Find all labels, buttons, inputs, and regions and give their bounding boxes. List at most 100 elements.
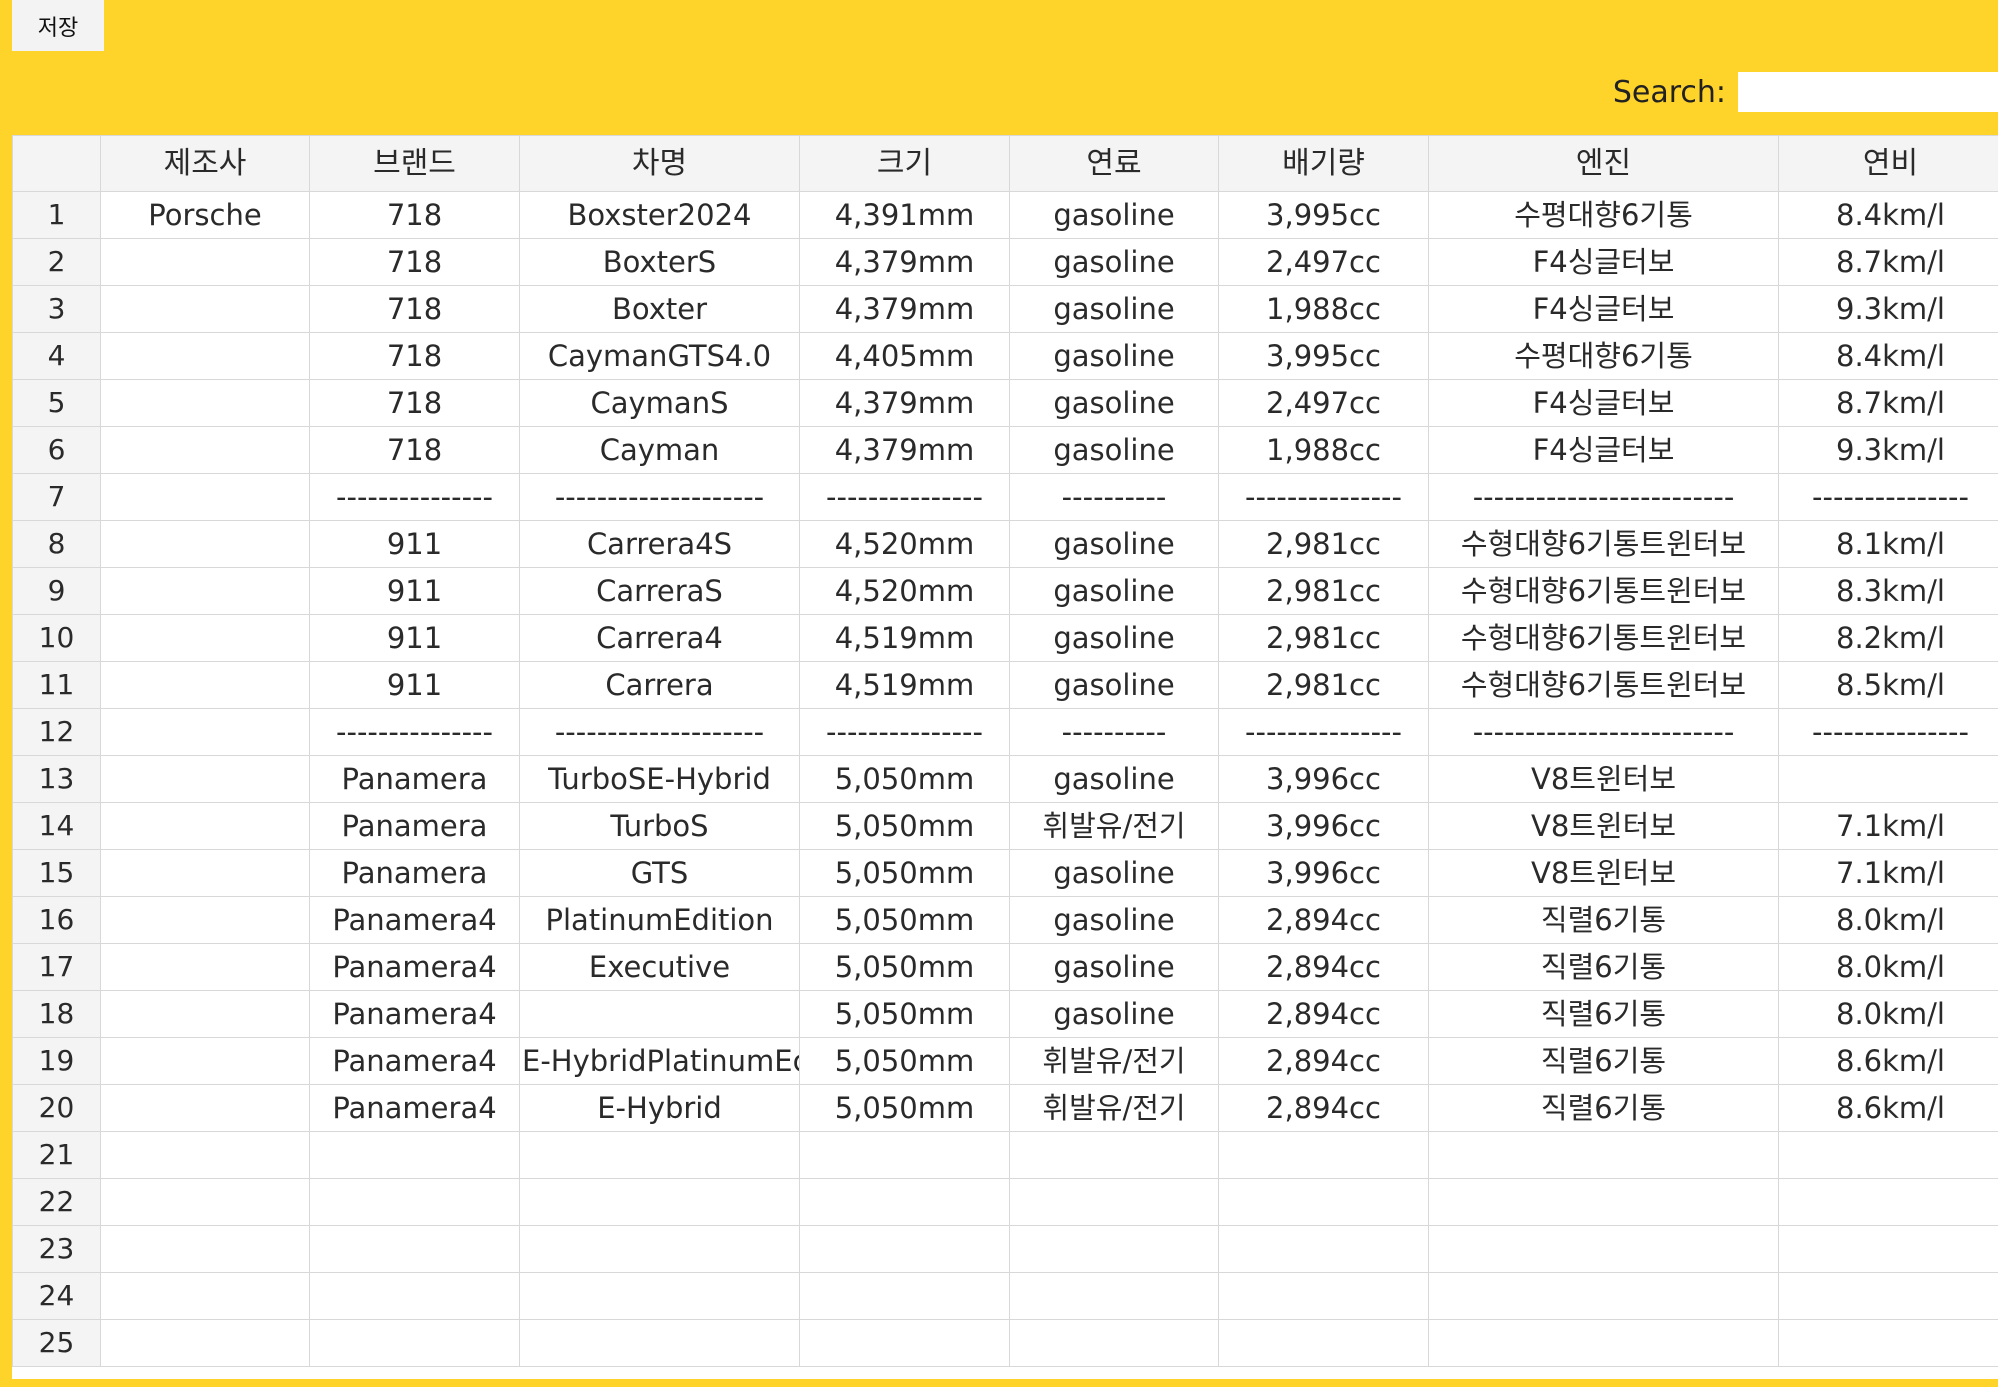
cell-manufacturer[interactable]: [100, 1037, 310, 1085]
cell-size[interactable]: 4,519mm: [799, 661, 1010, 709]
column-header-displacement[interactable]: 배기량: [1218, 135, 1429, 192]
cell-displacement[interactable]: 2,894cc: [1218, 1037, 1429, 1085]
cell-engine[interactable]: 수형대향6기통트윈터보: [1428, 520, 1779, 568]
row-number[interactable]: 17: [12, 943, 101, 991]
cell-fuel[interactable]: gasoline: [1009, 943, 1219, 991]
cell-brand[interactable]: 718: [309, 191, 520, 239]
cell-manufacturer[interactable]: [100, 1272, 310, 1320]
cell-displacement[interactable]: 3,996cc: [1218, 849, 1429, 897]
cell-model[interactable]: [519, 990, 800, 1038]
cell-fuel-efficiency[interactable]: 8.0km/l: [1778, 990, 1998, 1038]
cell-fuel-efficiency[interactable]: 8.0km/l: [1778, 943, 1998, 991]
cell-fuel[interactable]: [1009, 1272, 1219, 1320]
cell-engine[interactable]: 직렬6기통: [1428, 896, 1779, 944]
cell-manufacturer[interactable]: [100, 990, 310, 1038]
cell-brand[interactable]: 718: [309, 285, 520, 333]
cell-fuel-efficiency[interactable]: 7.1km/l: [1778, 849, 1998, 897]
column-header-manufacturer[interactable]: 제조사: [100, 135, 310, 192]
cell-fuel-efficiency[interactable]: [1778, 755, 1998, 803]
cell-manufacturer[interactable]: [100, 238, 310, 286]
cell-displacement[interactable]: 2,894cc: [1218, 1084, 1429, 1132]
row-number[interactable]: 9: [12, 567, 101, 615]
cell-fuel[interactable]: 휘발유/전기: [1009, 1037, 1219, 1085]
cell-engine[interactable]: F4싱글터보: [1428, 238, 1779, 286]
cell-size[interactable]: 4,379mm: [799, 379, 1010, 427]
column-header-brand[interactable]: 브랜드: [309, 135, 520, 192]
save-button[interactable]: 저장: [12, 0, 104, 51]
cell-model[interactable]: --------------------: [519, 473, 800, 521]
cell-model[interactable]: Carrera4S: [519, 520, 800, 568]
cell-manufacturer[interactable]: [100, 943, 310, 991]
cell-model[interactable]: Boxter: [519, 285, 800, 333]
cell-size[interactable]: ---------------: [799, 473, 1010, 521]
cell-displacement[interactable]: 1,988cc: [1218, 285, 1429, 333]
cell-fuel[interactable]: ----------: [1009, 708, 1219, 756]
cell-engine[interactable]: F4싱글터보: [1428, 379, 1779, 427]
cell-fuel[interactable]: [1009, 1319, 1219, 1367]
cell-model[interactable]: CarreraS: [519, 567, 800, 615]
cell-size[interactable]: 4,391mm: [799, 191, 1010, 239]
cell-fuel-efficiency[interactable]: [1778, 1319, 1998, 1367]
cell-manufacturer[interactable]: [100, 755, 310, 803]
cell-model[interactable]: Executive: [519, 943, 800, 991]
row-number[interactable]: 21: [12, 1131, 101, 1179]
cell-fuel[interactable]: [1009, 1225, 1219, 1273]
cell-fuel[interactable]: gasoline: [1009, 661, 1219, 709]
row-number[interactable]: 1: [12, 191, 101, 239]
cell-fuel-efficiency[interactable]: 8.7km/l: [1778, 379, 1998, 427]
cell-manufacturer[interactable]: [100, 1225, 310, 1273]
cell-model[interactable]: E-HybridPlatinumEc: [519, 1037, 800, 1085]
column-header-size[interactable]: 크기: [799, 135, 1010, 192]
cell-displacement[interactable]: 3,995cc: [1218, 191, 1429, 239]
cell-engine[interactable]: 수형대향6기통트윈터보: [1428, 661, 1779, 709]
cell-brand[interactable]: Panamera4: [309, 1084, 520, 1132]
row-number[interactable]: 23: [12, 1225, 101, 1273]
cell-fuel-efficiency[interactable]: 7.1km/l: [1778, 802, 1998, 850]
cell-size[interactable]: 5,050mm: [799, 990, 1010, 1038]
cell-size[interactable]: [799, 1131, 1010, 1179]
cell-manufacturer[interactable]: [100, 1084, 310, 1132]
cell-model[interactable]: [519, 1131, 800, 1179]
cell-fuel-efficiency[interactable]: 8.6km/l: [1778, 1084, 1998, 1132]
cell-model[interactable]: [519, 1319, 800, 1367]
cell-brand[interactable]: 718: [309, 332, 520, 380]
row-number[interactable]: 15: [12, 849, 101, 897]
cell-size[interactable]: ---------------: [799, 708, 1010, 756]
cell-size[interactable]: 5,050mm: [799, 849, 1010, 897]
cell-brand[interactable]: 911: [309, 567, 520, 615]
cell-manufacturer[interactable]: [100, 849, 310, 897]
cell-brand[interactable]: Panamera4: [309, 943, 520, 991]
cell-engine[interactable]: 수평대향6기통: [1428, 191, 1779, 239]
cell-fuel[interactable]: 휘발유/전기: [1009, 1084, 1219, 1132]
cell-fuel[interactable]: gasoline: [1009, 896, 1219, 944]
cell-size[interactable]: [799, 1178, 1010, 1226]
cell-size[interactable]: 4,520mm: [799, 567, 1010, 615]
cell-size[interactable]: [799, 1225, 1010, 1273]
cell-displacement[interactable]: 2,497cc: [1218, 238, 1429, 286]
cell-size[interactable]: 5,050mm: [799, 1084, 1010, 1132]
cell-size[interactable]: 4,519mm: [799, 614, 1010, 662]
row-number[interactable]: 12: [12, 708, 101, 756]
cell-manufacturer[interactable]: [100, 473, 310, 521]
cell-fuel-efficiency[interactable]: 8.3km/l: [1778, 567, 1998, 615]
column-header-model[interactable]: 차명: [519, 135, 800, 192]
cell-brand[interactable]: 718: [309, 238, 520, 286]
cell-engine[interactable]: [1428, 1225, 1779, 1273]
cell-brand[interactable]: Panamera4: [309, 990, 520, 1038]
cell-engine[interactable]: 수형대향6기통트윈터보: [1428, 614, 1779, 662]
cell-manufacturer[interactable]: [100, 426, 310, 474]
cell-displacement[interactable]: 2,981cc: [1218, 520, 1429, 568]
cell-brand[interactable]: 718: [309, 379, 520, 427]
row-number[interactable]: 7: [12, 473, 101, 521]
cell-size[interactable]: 4,379mm: [799, 285, 1010, 333]
cell-brand[interactable]: 911: [309, 520, 520, 568]
cell-size[interactable]: 5,050mm: [799, 755, 1010, 803]
cell-engine[interactable]: V8트윈터보: [1428, 849, 1779, 897]
cell-manufacturer[interactable]: [100, 614, 310, 662]
cell-engine[interactable]: 수평대향6기통: [1428, 332, 1779, 380]
row-number[interactable]: 6: [12, 426, 101, 474]
row-number[interactable]: 25: [12, 1319, 101, 1367]
cell-fuel-efficiency[interactable]: 9.3km/l: [1778, 426, 1998, 474]
cell-displacement[interactable]: [1218, 1178, 1429, 1226]
cell-engine[interactable]: 직렬6기통: [1428, 943, 1779, 991]
